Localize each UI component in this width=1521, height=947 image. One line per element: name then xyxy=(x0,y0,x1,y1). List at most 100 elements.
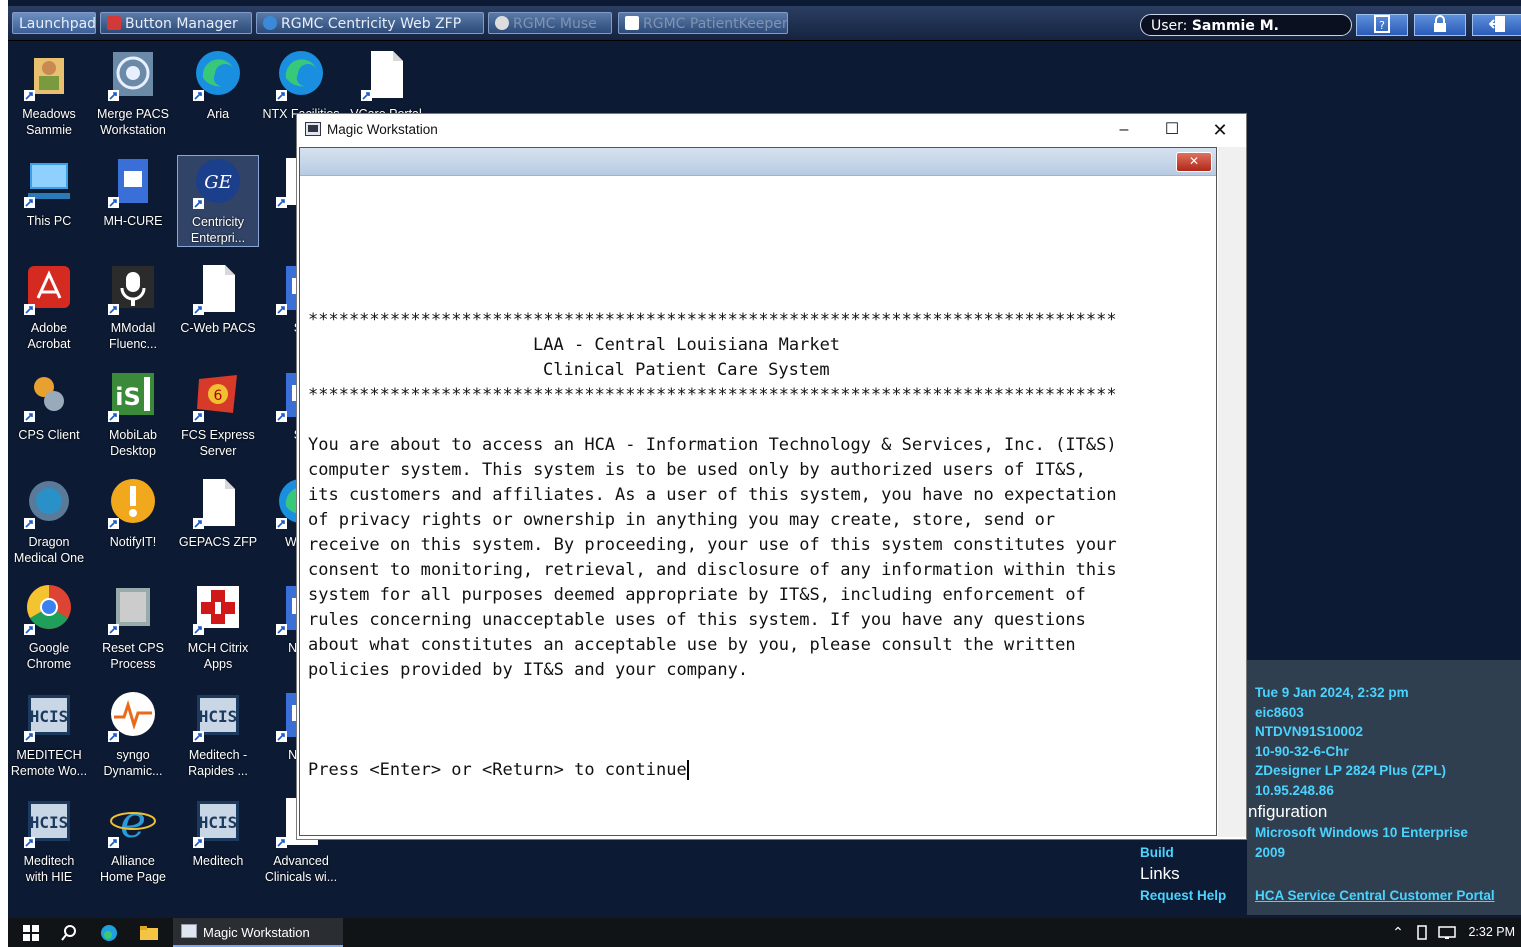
desktop-icon-mch-citrix[interactable]: MCH Citrix Apps xyxy=(177,582,259,672)
desktop-icon-cps-client[interactable]: CPS Client xyxy=(8,369,90,443)
desktop-icon-meditech[interactable]: HCIS Meditech with HIE xyxy=(8,795,90,885)
desktop-icon-label: MH-CURE xyxy=(103,214,163,228)
svg-text:6: 6 xyxy=(214,388,223,404)
desktop-icon-mmodal[interactable]: MModal Fluenc... xyxy=(92,262,174,352)
desktop-icon-label: syngo Dynamic... xyxy=(103,748,163,778)
svg-text:HCIS: HCIS xyxy=(30,707,69,726)
search-icon xyxy=(61,924,76,941)
logout-icon xyxy=(1488,16,1505,32)
terminal-close-button[interactable]: ✕ xyxy=(1176,152,1212,172)
desktop-icon-label: Reset CPS Process xyxy=(102,641,164,671)
user-folder-icon xyxy=(24,48,74,102)
magic-app-icon xyxy=(305,122,321,136)
desktop-icon-meditech[interactable]: HCIS Meditech xyxy=(177,795,259,869)
desktop-icon-syngo[interactable]: syngo Dynamic... xyxy=(92,689,174,779)
desktop-icon-meadows[interactable]: Meadows Sammie xyxy=(8,48,90,138)
lock-button[interactable] xyxy=(1414,14,1466,36)
start-button[interactable] xyxy=(16,918,46,947)
edge-icon xyxy=(276,48,326,102)
info-ip-address: 10.95.248.86 xyxy=(1255,783,1334,798)
terminal-stars-top: ****************************************… xyxy=(308,310,1117,330)
launchpad-button[interactable]: Launchpad xyxy=(12,12,96,34)
cps-icon xyxy=(24,369,74,423)
desktop-icon-aria[interactable]: Aria xyxy=(177,48,259,122)
help-button[interactable]: ? xyxy=(1356,14,1408,36)
info-links-header: Links xyxy=(1140,864,1180,883)
info-user-id: eic8603 xyxy=(1255,705,1304,720)
search-button[interactable] xyxy=(54,918,84,947)
close-button[interactable]: ✕ xyxy=(1197,118,1243,142)
folder-icon xyxy=(140,925,158,940)
windows-taskbar: Magic Workstation ⌃ 2:32 PM xyxy=(8,918,1521,947)
minimize-button[interactable]: – xyxy=(1101,118,1147,142)
document-icon xyxy=(361,48,411,102)
fcs-icon: 6 xyxy=(193,369,243,423)
tab-rgmc-muse[interactable]: RGMC Muse xyxy=(488,12,612,34)
desktop-icon-label: Aria xyxy=(206,107,230,121)
pen-tray-icon[interactable] xyxy=(1412,918,1432,947)
text-cursor xyxy=(686,760,689,780)
app-icon xyxy=(108,155,158,209)
window-titlebar[interactable]: Magic Workstation – ☐ ✕ xyxy=(297,114,1246,145)
info-build-label: Build xyxy=(1140,845,1174,860)
dragon-icon xyxy=(24,476,74,530)
service-portal-link[interactable]: HCA Service Central Customer Portal xyxy=(1255,888,1495,903)
desktop-icon-dragon[interactable]: Dragon Medical One xyxy=(8,476,90,566)
info-build-value: 2009 xyxy=(1255,845,1286,860)
desktop-icon-ntx-facilities[interactable]: NTX Facilities xyxy=(260,48,342,122)
taskbar-file-explorer[interactable] xyxy=(134,918,164,947)
hcis-icon: HCIS xyxy=(24,795,74,849)
desktop-icon-label: Adobe Acrobat xyxy=(27,321,71,351)
desktop-icon-alliance[interactable]: e Alliance Home Page xyxy=(92,795,174,885)
desktop-icon-gepacs-zfp[interactable]: GEPACS ZFP xyxy=(177,476,259,550)
reset-icon xyxy=(108,582,158,636)
desktop-icon-label: Centricity Enterpri... xyxy=(190,215,246,245)
desktop-icon-reset-cps[interactable]: Reset CPS Process xyxy=(92,582,174,672)
desktop-icon-centricity[interactable]: GE Centricity Enterpri... xyxy=(177,155,259,247)
desktop-icon-google[interactable]: Google Chrome xyxy=(8,582,90,672)
magic-workstation-window: Magic Workstation – ☐ ✕ ✕ **************… xyxy=(296,113,1247,840)
window-side-gutter xyxy=(1218,147,1246,837)
lock-icon xyxy=(1434,15,1446,32)
desktop-icon-label: CPS Client xyxy=(18,428,80,442)
edge-icon xyxy=(101,924,117,941)
desktop-icon-c-web-pacs[interactable]: C-Web PACS xyxy=(177,262,259,336)
desktop-icon-merge-pacs[interactable]: Merge PACS Workstation xyxy=(92,48,174,138)
desktop-icon-label: This PC xyxy=(26,214,72,228)
desktop-icon-label: Alliance Home Page xyxy=(99,854,166,884)
desktop-icon-mh-cure[interactable]: MH-CURE xyxy=(92,155,174,229)
desktop-icon-label: MCH Citrix Apps xyxy=(187,641,249,671)
desktop-icon-label: Advanced Clinicals wi... xyxy=(264,854,338,884)
info-os: Microsoft Windows 10 Enterprise xyxy=(1255,825,1468,840)
taskbar-clock[interactable]: 2:32 PM xyxy=(1468,918,1515,947)
magic-app-icon xyxy=(181,924,197,938)
desktop-icon-fcs-express[interactable]: 6 FCS Express Server xyxy=(177,369,259,459)
desktop-icon-meditech[interactable]: HCIS MEDITECH Remote Wo... xyxy=(8,689,90,779)
desktop-icon-adobe[interactable]: Adobe Acrobat xyxy=(8,262,90,352)
terminal-screen[interactable]: ****************************************… xyxy=(308,308,1168,783)
chevron-up-icon[interactable]: ⌃ xyxy=(1388,918,1408,947)
request-help-label: Request Help xyxy=(1140,888,1227,903)
info-datetime: Tue 9 Jan 2024, 2:32 pm xyxy=(1255,685,1409,700)
desktop-icon-label: Meditech with HIE xyxy=(23,854,75,884)
tab-rgmc-patientkeeper[interactable]: RGMC PatientKeeper xyxy=(618,12,788,34)
desktop-icon-mobilab[interactable]: iS MobiLab Desktop xyxy=(92,369,174,459)
pk-icon xyxy=(625,16,639,30)
desktop-icon-this-pc[interactable]: This PC xyxy=(8,155,90,229)
desktop-icon-meditech[interactable]: HCIS Meditech - Rapides ... xyxy=(177,689,259,779)
network-icon[interactable] xyxy=(1436,918,1458,947)
taskbar-magic-workstation[interactable]: Magic Workstation xyxy=(173,918,343,947)
maximize-button[interactable]: ☐ xyxy=(1149,118,1195,142)
taskbar-edge[interactable] xyxy=(94,918,124,947)
desktop-icon-label: FCS Express Server xyxy=(181,428,255,458)
desktop-icon-label: Meditech xyxy=(192,854,244,868)
terminal-header-line2: Clinical Patient Care System xyxy=(543,360,830,380)
logout-button[interactable] xyxy=(1472,14,1521,36)
hca-icon xyxy=(107,16,121,30)
desktop-icon-notifyit[interactable]: NotifyIT! xyxy=(92,476,174,550)
tab-rgmc-centricity[interactable]: RGMC Centricity Web ZFP xyxy=(256,12,484,34)
terminal-stars-bottom: ****************************************… xyxy=(308,385,1117,405)
desktop-icon-vcare-portal[interactable]: VCare Portal xyxy=(345,48,427,122)
info-device-name: NTDVN91S10002 xyxy=(1255,724,1364,739)
tab-button-manager[interactable]: Button Manager xyxy=(100,12,252,34)
